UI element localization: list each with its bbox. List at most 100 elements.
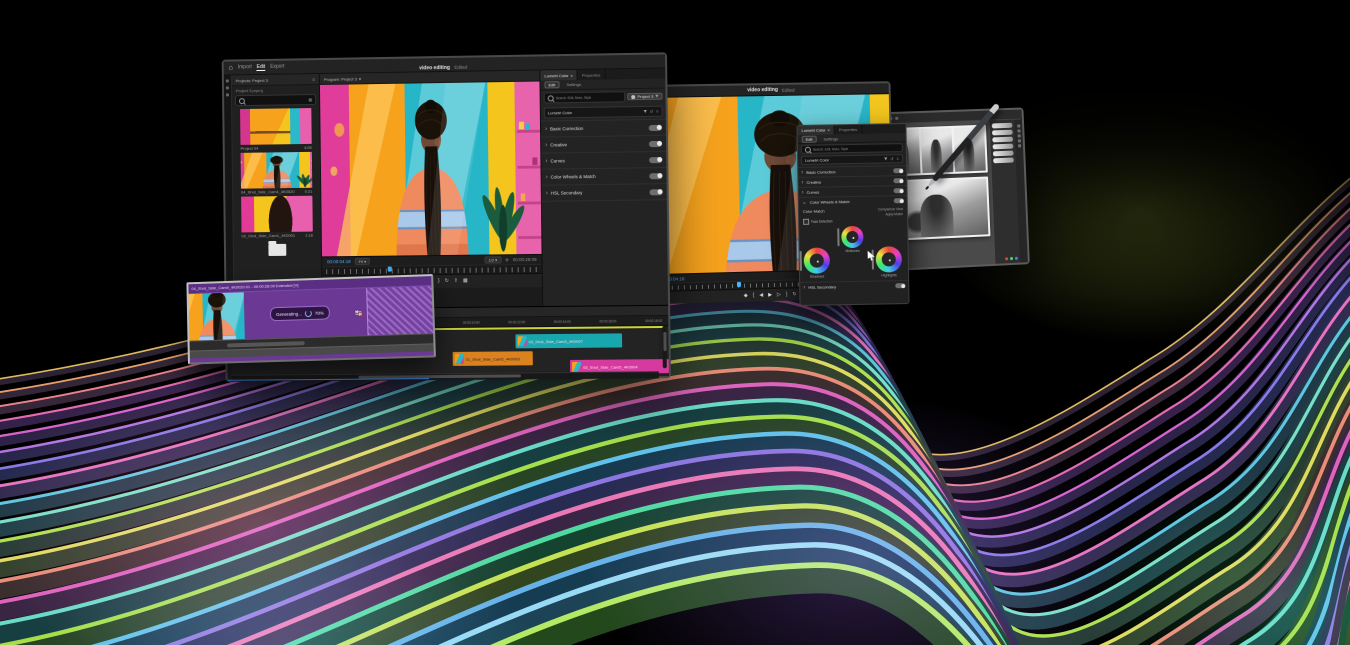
section-toggle[interactable]: [649, 157, 662, 163]
section-creative[interactable]: ›Creative: [541, 135, 666, 153]
primary-action-button[interactable]: [1003, 112, 1018, 117]
loop-icon[interactable]: ↻: [792, 292, 796, 297]
mark-in-icon[interactable]: {: [753, 293, 755, 298]
rail-icon[interactable]: [226, 86, 229, 89]
section-toggle[interactable]: [894, 198, 904, 203]
reset-icon[interactable]: ↺: [650, 109, 653, 114]
swatch-green[interactable]: [1010, 257, 1013, 260]
tab-properties[interactable]: Properties: [578, 69, 606, 79]
zoom-dropdown[interactable]: 1/2 ▾: [484, 256, 501, 263]
bin-search-input[interactable]: ▦: [235, 94, 316, 106]
face-detection-label: Face Detection: [811, 219, 833, 223]
section-toggle[interactable]: [895, 283, 905, 288]
swatch-blue[interactable]: [1015, 257, 1018, 260]
settings-wrench-icon[interactable]: ⚙: [505, 257, 509, 262]
midtones-wheel[interactable]: [841, 226, 863, 248]
menu-icon[interactable]: ≡: [656, 109, 658, 114]
brush-stroke-swatch[interactable]: [992, 130, 1013, 136]
section-toggle[interactable]: [649, 140, 662, 146]
step-forward-icon[interactable]: ▷: [777, 292, 781, 297]
section-toggle[interactable]: [649, 124, 662, 130]
timeline-vertical-scrollbar[interactable]: [662, 326, 667, 368]
clip-thumbnail: [455, 354, 464, 364]
section-hsl-secondary[interactable]: ›HSL Secondary: [800, 280, 908, 292]
export-frame-icon[interactable]: ▦: [463, 279, 468, 284]
clip-thumbnail: [241, 152, 313, 189]
lift-icon[interactable]: ⇧: [454, 279, 458, 284]
loop-icon[interactable]: ↻: [445, 279, 449, 284]
filter-icon[interactable]: ▦: [308, 97, 312, 102]
clip-thumbnail: [517, 336, 526, 346]
section-toggle[interactable]: [893, 178, 903, 183]
extend-clip-body[interactable]: Generating... 70% ↹: [244, 286, 433, 339]
brush-stroke-swatch[interactable]: [993, 144, 1014, 150]
subtab-settings[interactable]: Settings: [820, 135, 843, 142]
shadows-slider[interactable]: [800, 251, 802, 271]
extend-clip-thumbnail: [189, 292, 245, 340]
timeline-clip[interactable]: 03_Shot_Side_Cam3_4K0007: [515, 333, 622, 348]
mark-out-icon[interactable]: }: [438, 279, 440, 284]
section-toggle[interactable]: [649, 189, 662, 195]
edge-icon[interactable]: [1017, 134, 1020, 137]
play-icon[interactable]: ▶: [768, 293, 772, 298]
edge-icon[interactable]: [1017, 139, 1020, 142]
add-marker-icon[interactable]: ◆: [744, 293, 748, 298]
folder-icon[interactable]: [268, 244, 286, 256]
tool-icon[interactable]: [895, 117, 898, 120]
menu-icon[interactable]: ≡: [897, 156, 899, 161]
mark-out-icon[interactable]: }: [786, 292, 788, 297]
rail-icon[interactable]: [226, 93, 229, 96]
home-icon[interactable]: ⌂: [229, 64, 233, 71]
color-wheels: Midtones Shadows Highlights: [799, 224, 908, 282]
tab-properties[interactable]: Properties: [835, 125, 862, 134]
brush-stroke-swatch[interactable]: [993, 158, 1014, 164]
section-toggle[interactable]: [894, 188, 904, 193]
workspace-export[interactable]: Export: [270, 64, 284, 71]
section-toggle[interactable]: [649, 173, 662, 179]
tab-lumetri-color[interactable]: Lumetri Color×: [540, 70, 578, 81]
edge-icon[interactable]: [1018, 144, 1021, 147]
apply-match-button[interactable]: Apply Match: [885, 212, 903, 216]
subtab-edit[interactable]: Edit: [802, 135, 817, 142]
preset-dropdown[interactable]: Lumetri Color ▾ ↺ ≡: [801, 154, 903, 165]
progress-percent: 70%: [315, 310, 324, 315]
workspace-import[interactable]: Import: [238, 64, 252, 71]
video-preview: [320, 82, 542, 257]
section-toggle[interactable]: [893, 168, 903, 173]
step-back-icon[interactable]: ◀: [759, 293, 763, 298]
search-input[interactable]: Search: Edit, More, Style: [801, 143, 903, 154]
user-icon: [631, 95, 635, 99]
duration-timecode: 00:00:28:09: [513, 257, 537, 262]
section-curves[interactable]: ›Curves: [541, 151, 666, 169]
swatch-red[interactable]: [1005, 257, 1008, 260]
brush-stroke-swatch[interactable]: [993, 151, 1014, 157]
section-hsl-secondary[interactable]: ›HSL Secondary: [542, 183, 667, 201]
edge-icon[interactable]: [1017, 124, 1020, 127]
tab-lumetri-color[interactable]: Lumetri Color×: [797, 125, 835, 135]
section-color-wheels[interactable]: ›Color Wheels & Match: [542, 167, 667, 185]
reset-icon[interactable]: ↺: [890, 156, 893, 161]
midtones-slider[interactable]: [837, 228, 839, 246]
bin-item[interactable]: Project 04 4:05: [240, 108, 312, 151]
highlights-wheel[interactable]: [876, 246, 902, 272]
brush-stroke-swatch[interactable]: [992, 123, 1013, 129]
subtab-settings[interactable]: Settings: [562, 81, 585, 88]
face-detection-checkbox[interactable]: [803, 219, 809, 225]
generating-progress-pill: Generating... 70%: [270, 305, 330, 321]
rail-icon[interactable]: [226, 79, 229, 82]
project-chip[interactable]: Project 3▾: [627, 93, 662, 101]
edge-icon[interactable]: [1017, 129, 1020, 132]
bin-item[interactable]: 04_Shot_Side_Cam4_4K0020 0:21: [241, 152, 313, 195]
shadows-wheel[interactable]: [804, 247, 830, 273]
color-match-label: Color Match: [803, 208, 825, 217]
bin-item[interactable]: 02_Shot_Side_Cam1_4K0001 1:18: [241, 196, 313, 239]
fit-dropdown[interactable]: Fit ▾: [355, 258, 371, 265]
preset-dropdown[interactable]: Lumetri Color ▾ ↺ ≡: [544, 106, 663, 119]
section-basic-correction[interactable]: ›Basic Correction: [541, 119, 666, 137]
workspace-edit[interactable]: Edit: [257, 64, 266, 71]
playhead-timecode: 00:00:04:18: [327, 259, 351, 264]
subtab-edit[interactable]: Edit: [544, 81, 559, 88]
lumetri-search-input[interactable]: Search: Edit, More, Style: [544, 91, 626, 103]
timeline-clip[interactable]: 01_Shot_Side_Cam2_4K0003: [453, 351, 533, 366]
brush-stroke-swatch[interactable]: [992, 137, 1013, 143]
